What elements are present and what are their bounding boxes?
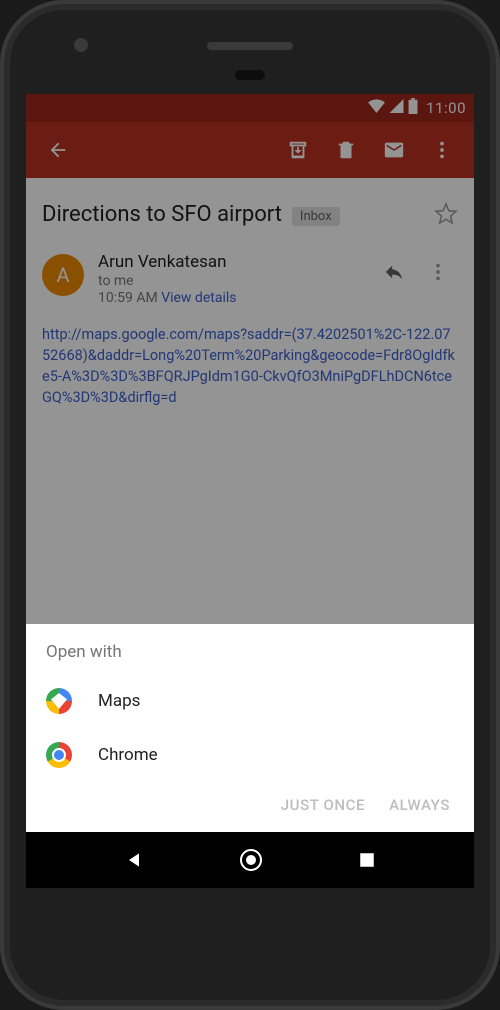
just-once-button[interactable]: JUST ONCE <box>281 796 365 814</box>
chrome-app-icon <box>46 742 72 768</box>
maps-app-icon <box>46 688 72 714</box>
phone-camera <box>74 38 88 52</box>
nav-recents-button[interactable] <box>358 851 376 869</box>
phone-speaker <box>207 42 293 50</box>
navigation-bar <box>26 832 474 888</box>
nav-home-button[interactable] <box>239 848 263 872</box>
always-button[interactable]: ALWAYS <box>389 796 450 814</box>
sheet-option-label: Maps <box>98 691 140 711</box>
sheet-option-chrome[interactable]: Chrome <box>26 728 474 782</box>
phone-frame: 11:00 <box>0 0 500 1010</box>
nav-back-button[interactable] <box>124 850 144 870</box>
phone-sensor <box>235 70 265 80</box>
screen: 11:00 <box>26 94 474 888</box>
sheet-option-label: Chrome <box>98 745 158 765</box>
sheet-option-maps[interactable]: Maps <box>26 674 474 728</box>
sheet-title: Open with <box>26 642 474 674</box>
open-with-sheet: Open with Maps Chrome JUST ONCE ALWAYS <box>26 624 474 832</box>
